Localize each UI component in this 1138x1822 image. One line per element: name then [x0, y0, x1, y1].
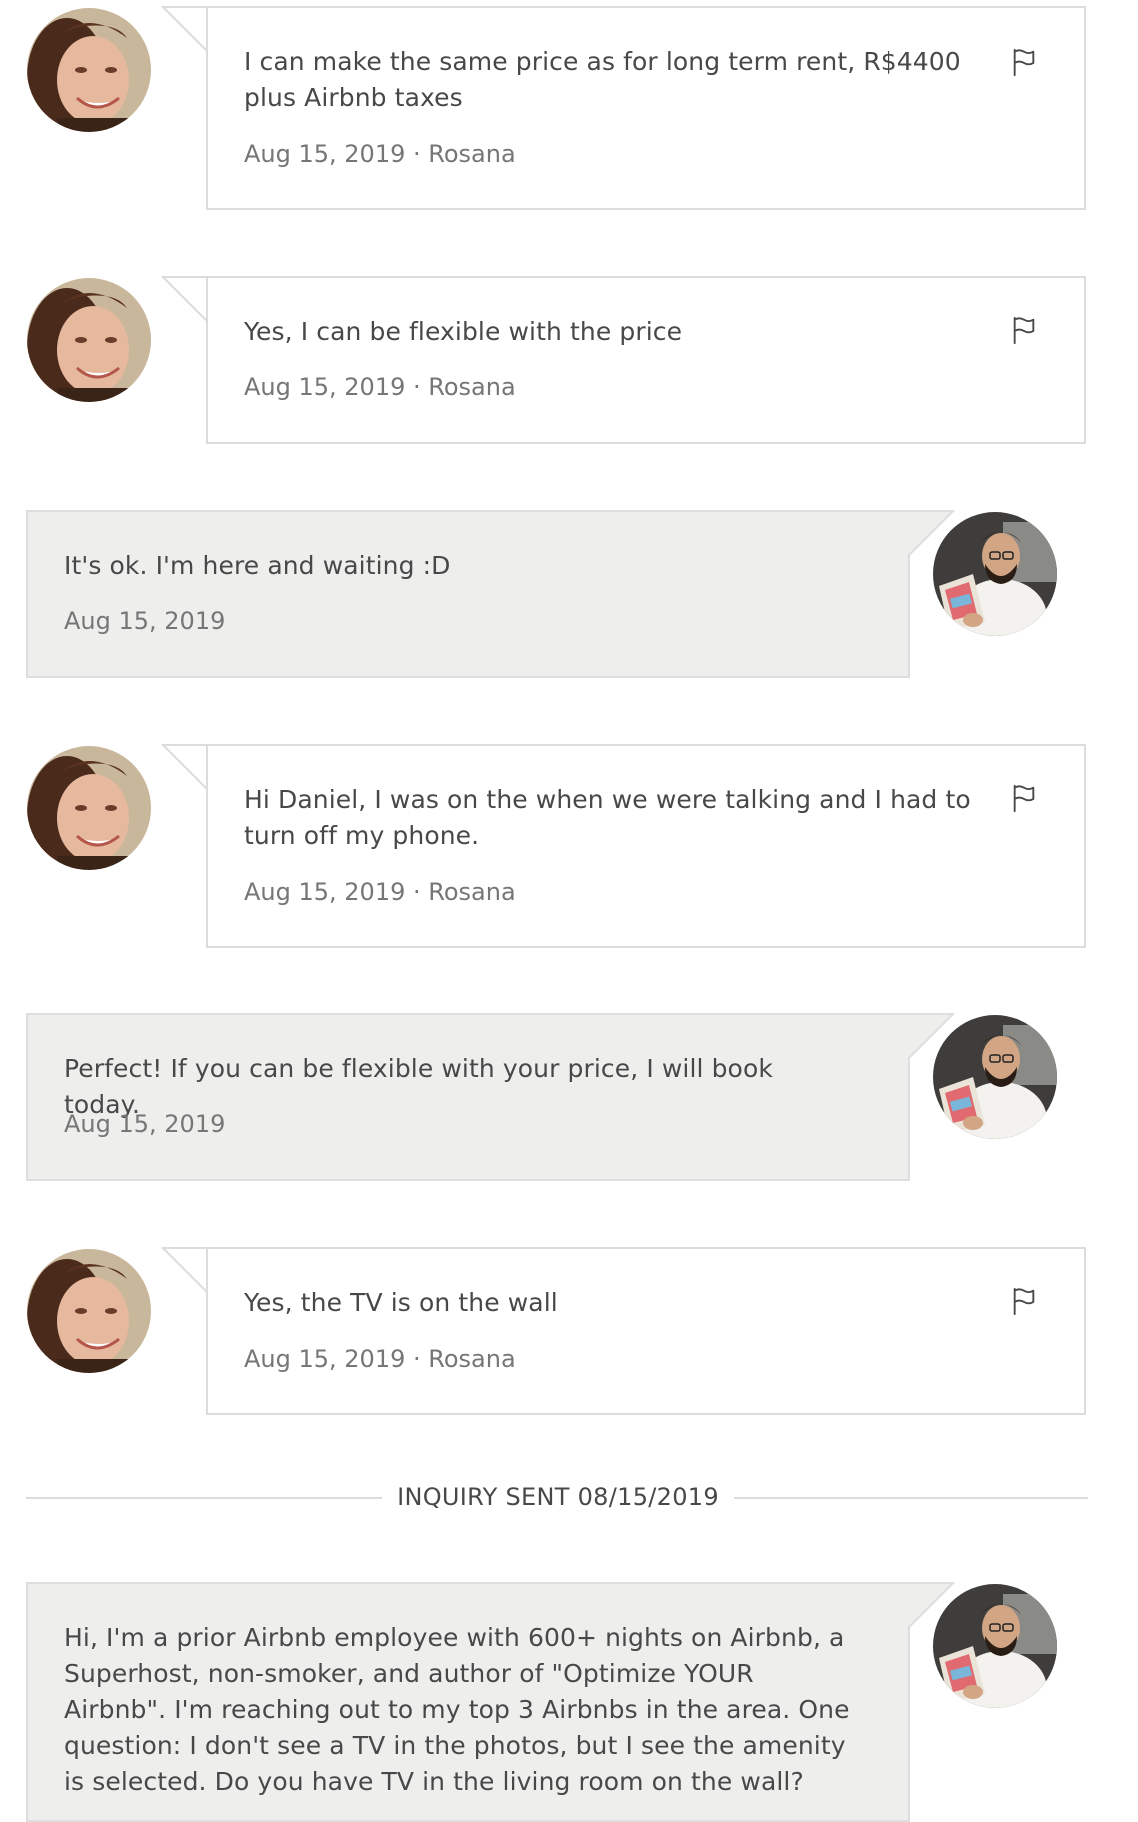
message-meta: Aug 15, 2019 — [64, 607, 226, 635]
message-text: Hi, I'm a prior Airbnb employee with 600… — [64, 1623, 850, 1796]
host-avatar[interactable] — [27, 278, 151, 402]
divider-line — [734, 1497, 1088, 1499]
message-meta: Aug 15, 2019 · Rosana — [244, 140, 516, 168]
host-avatar[interactable] — [27, 746, 151, 870]
host-avatar[interactable] — [27, 8, 151, 132]
message-bubble: I can make the same price as for long te… — [206, 6, 1086, 210]
divider-line — [26, 1497, 382, 1499]
message-meta: Aug 15, 2019 · Rosana — [244, 878, 516, 906]
message-bubble: Yes, the TV is on the wall Aug 15, 2019 … — [206, 1247, 1086, 1415]
inquiry-divider: INQUIRY SENT 08/15/2019 — [26, 1482, 1088, 1512]
message-bubble: Perfect! If you can be flexible with you… — [26, 1013, 910, 1181]
flag-icon[interactable] — [1010, 47, 1038, 77]
flag-icon[interactable] — [1010, 315, 1038, 345]
divider-label: INQUIRY SENT 08/15/2019 — [397, 1483, 719, 1511]
host-avatar[interactable] — [27, 1249, 151, 1373]
message-text: Yes, I can be flexible with the price — [244, 317, 683, 346]
message-bubble: Yes, I can be flexible with the price Au… — [206, 276, 1086, 444]
bubble-tail — [161, 1247, 210, 1296]
message-meta: Aug 15, 2019 · Rosana — [244, 1345, 516, 1373]
guest-avatar[interactable] — [933, 512, 1057, 636]
message-thread: I can make the same price as for long te… — [0, 0, 1138, 1822]
message-text: Hi Daniel, I was on the when we were tal… — [244, 785, 971, 850]
message-bubble: Hi, I'm a prior Airbnb employee with 600… — [26, 1582, 910, 1822]
message-meta: Aug 15, 2019 — [64, 1110, 226, 1138]
message-bubble: It's ok. I'm here and waiting :D Aug 15,… — [26, 510, 910, 678]
bubble-tail — [161, 276, 210, 325]
bubble-tail — [161, 6, 210, 55]
message-meta: Aug 15, 2019 · Rosana — [244, 373, 516, 401]
flag-icon[interactable] — [1010, 1286, 1038, 1316]
guest-avatar[interactable] — [933, 1584, 1057, 1708]
guest-avatar[interactable] — [933, 1015, 1057, 1139]
bubble-tail — [161, 744, 210, 793]
flag-icon[interactable] — [1010, 783, 1038, 813]
message-bubble: Hi Daniel, I was on the when we were tal… — [206, 744, 1086, 948]
message-text: Yes, the TV is on the wall — [244, 1288, 558, 1317]
message-text: I can make the same price as for long te… — [244, 47, 961, 112]
message-text: It's ok. I'm here and waiting :D — [64, 551, 451, 580]
